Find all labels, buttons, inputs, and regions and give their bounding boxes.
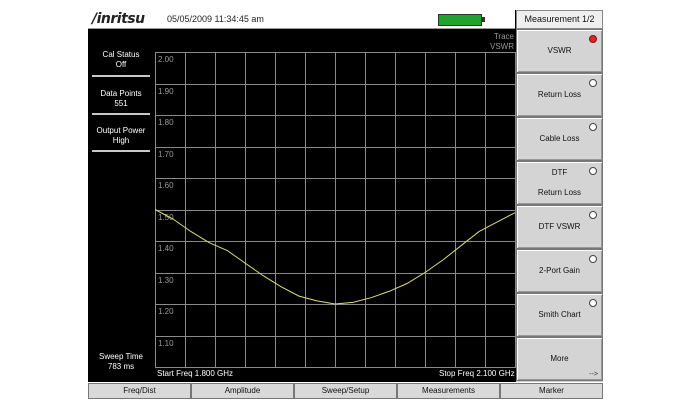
softkey-label: 2-Port Gain [539, 266, 580, 275]
trace-title: Trace [493, 32, 514, 41]
y-tick-label: 1.20 [158, 307, 174, 316]
data-points: Data Points 551 [88, 89, 154, 109]
softkey-dtf-vswr[interactable]: DTF VSWR [516, 205, 603, 249]
cal-status-label: Cal Status [102, 50, 140, 59]
y-tick-label: 2.00 [158, 55, 174, 64]
anritsu-logo: /inritsu [92, 11, 145, 27]
y-tick-label: 1.50 [158, 213, 174, 222]
menu-amplitude[interactable]: Amplitude [191, 383, 294, 399]
softkey-panel: Measurement 1/2 VSWR Return Loss Cable Los… [516, 10, 603, 382]
data-points-label: Data Points [100, 89, 142, 98]
radio-selected-icon [589, 35, 597, 43]
softkey-label: Return Loss [537, 188, 582, 197]
data-points-value: 551 [114, 99, 128, 108]
radio-empty-icon [589, 79, 597, 87]
softkey-label: VSWR [547, 46, 572, 55]
menu-title: Measurement 1/2 [516, 10, 603, 29]
battery-icon [438, 14, 482, 26]
divider [92, 150, 150, 152]
radio-empty-icon [589, 167, 597, 175]
softkey-label: Return Loss [537, 90, 582, 99]
sweep-time-value: 783 ms [107, 362, 135, 371]
stop-freq-label: Stop Freq 2.100 GHz [439, 369, 515, 378]
output-power: Output Power High [88, 126, 154, 146]
radio-empty-icon [589, 299, 597, 307]
y-tick-label: 1.30 [158, 276, 174, 285]
softkey-label: More [550, 354, 569, 363]
bottom-menu-bar: Freq/Dist Amplitude Sweep/Setup Measurement… [88, 383, 603, 399]
y-tick-label: 1.70 [158, 150, 174, 159]
y-tick-label: 1.10 [158, 339, 174, 348]
y-tick-label: 1.60 [158, 181, 174, 190]
softkey-smith-chart[interactable]: Smith Chart [516, 293, 603, 337]
y-tick-label: 1.40 [158, 244, 174, 253]
radio-empty-icon [589, 255, 597, 263]
datetime-readout: 05/05/2009 11:34:45 am [167, 14, 264, 24]
cal-status: Cal Status Off [88, 50, 154, 70]
softkey-more[interactable]: More --> [516, 337, 603, 381]
radio-empty-icon [589, 211, 597, 219]
battery-tip-icon [482, 17, 485, 22]
more-arrow-icon: --> [589, 371, 598, 378]
softkey-label: DTF VSWR [538, 222, 581, 231]
output-power-label: Output Power [96, 126, 146, 135]
softkey-cable-loss[interactable]: Cable Loss [516, 117, 603, 161]
status-header: /inritsu 05/05/2009 11:34:45 am [88, 10, 515, 29]
y-tick-label: 1.80 [158, 118, 174, 127]
start-freq-label: Start Freq 1.800 GHz [157, 369, 234, 378]
radio-empty-icon [589, 123, 597, 131]
output-power-value: High [112, 136, 130, 145]
softkey-return-loss[interactable]: Return Loss [516, 73, 603, 117]
softkey-2-port-gain[interactable]: 2-Port Gain [516, 249, 603, 293]
status-panel: Cal Status Off Data Points 551 Output Po… [88, 29, 154, 382]
sweep-time-label: Sweep Time [98, 352, 144, 361]
softkey-label: Cable Loss [539, 134, 580, 143]
menu-freq-dist[interactable]: Freq/Dist [88, 383, 191, 399]
softkey-dtf[interactable]: DTF Return Loss [516, 161, 603, 205]
menu-marker[interactable]: Marker [500, 383, 603, 399]
divider [92, 113, 150, 115]
vswr-plot[interactable]: 2.00 1.90 1.80 1.70 1.60 1.50 1.40 1.30 1.20 1.10 [155, 52, 516, 368]
trace-label: Trace VSWR [470, 32, 514, 52]
menu-sweep-setup[interactable]: Sweep/Setup [294, 383, 397, 399]
softkey-vswr[interactable]: VSWR [516, 29, 603, 73]
plot-grid [155, 52, 516, 368]
y-tick-label: 1.90 [158, 87, 174, 96]
trace-type: VSWR [490, 42, 514, 51]
softkey-label: Smith Chart [538, 310, 581, 319]
divider [92, 75, 150, 77]
sweep-time: Sweep Time 783 ms [88, 352, 154, 372]
cal-status-value: Off [115, 60, 127, 69]
menu-measurements[interactable]: Measurements [397, 383, 500, 399]
